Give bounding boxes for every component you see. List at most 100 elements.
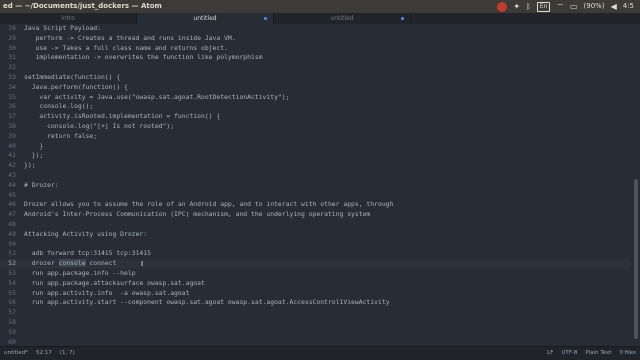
code-line[interactable]: 28 Java Script Payload: (0, 24, 630, 34)
line-text[interactable]: activity.isRooted.implementation = funct… (24, 112, 220, 122)
tab-untitled-active[interactable]: untitled (137, 13, 274, 24)
line-text[interactable]: Attacking Activity using Drozer: (24, 230, 147, 240)
code-line[interactable]: 49 Attacking Activity using Drozer: (0, 230, 630, 240)
line-text[interactable]: implementation -> overwrites the functio… (24, 53, 263, 63)
clock[interactable]: 4:5 (623, 0, 634, 13)
code-line[interactable]: 34 Java.perform(function() { (0, 83, 630, 93)
status-git-files[interactable]: 0 files (616, 347, 640, 360)
code-line[interactable]: 33 setImmediate(function() { (0, 73, 630, 83)
line-text[interactable]: console.log("[+] Is not rooted"); (24, 122, 174, 132)
tab-untitled[interactable]: untitled (274, 13, 411, 24)
volume-icon[interactable]: ◀ (611, 0, 617, 13)
status-cursor-position[interactable]: 52:17 (32, 347, 56, 360)
code-line[interactable]: 44 # Drozer: (0, 181, 630, 191)
code-line[interactable]: 47 Android's Inter-Process Communication … (0, 210, 630, 220)
line-number: 41 (8, 151, 16, 160)
code-line[interactable]: 51 adb forward tcp:31415 tcp:31415 (0, 249, 630, 259)
dropbox-icon[interactable]: ✦ (513, 0, 520, 13)
status-grammar[interactable]: Plain Text (581, 347, 615, 360)
line-text[interactable]: console.log(); (24, 102, 93, 112)
line-text[interactable]: Java Script Payload: (24, 24, 101, 34)
tab-intro[interactable]: intro (0, 13, 137, 24)
code-line[interactable]: 38 console.log("[+] Is not rooted"); (0, 122, 630, 132)
line-number: 34 (8, 82, 16, 91)
battery-icon[interactable]: ▭ (570, 0, 578, 13)
line-number: 33 (8, 73, 16, 81)
line-text[interactable]: # Drozer: (24, 181, 59, 191)
line-number: 43 (8, 171, 16, 179)
battery-percentage: (90%) (583, 2, 605, 10)
code-line[interactable]: 56 run app.activity.start --component ow… (0, 298, 630, 308)
modified-indicator-icon[interactable] (401, 17, 404, 20)
line-text[interactable]: var activity = Java.use("owasp.sat.agoat… (24, 93, 289, 103)
line-text[interactable]: perform -> Creates a thread and runs ins… (24, 34, 236, 44)
code-line[interactable]: 32 (0, 63, 630, 73)
code-line[interactable]: 31 implementation -> overwrites the func… (0, 53, 630, 63)
code-line[interactable]: 54 run app.package.attacksurface owasp.s… (0, 279, 630, 289)
line-number: 54 (8, 278, 16, 287)
window-title-bar: ed — ~/Documents/just_dockers — Atom ✦ ᛒ… (0, 0, 640, 13)
code-line-current[interactable]: 52 drozer console connect (0, 259, 630, 269)
code-line[interactable]: 55 run app.activity.info -a owasp.sat.ag… (0, 289, 630, 299)
line-text[interactable]: run app.package.attacksurface owasp.sat.… (24, 279, 205, 289)
vertical-scrollbar[interactable] (634, 179, 638, 339)
code-line[interactable]: 59 (0, 328, 630, 338)
status-encoding[interactable]: UTF-8 (557, 347, 581, 360)
line-text[interactable]: setImmediate(function() { (24, 73, 120, 83)
line-number: 51 (8, 249, 16, 258)
code-line[interactable]: 40 } (0, 142, 630, 152)
keyboard-language-indicator[interactable]: En (536, 1, 551, 12)
line-number: 50 (8, 239, 16, 248)
line-text[interactable]: Drozer allows you to assume the role of … (24, 200, 393, 210)
window-title: ed — ~/Documents/just_dockers — Atom (3, 2, 162, 10)
line-text[interactable]: run app.activity.info -a owasp.sat.agoat (24, 289, 190, 299)
line-text[interactable]: } (24, 142, 43, 152)
line-text[interactable]: use -> Takes a full class name and retur… (24, 44, 228, 54)
code-line[interactable]: 45 (0, 191, 630, 201)
code-line[interactable]: 42}); (0, 161, 630, 171)
text-editor[interactable]: 28 Java Script Payload: 29 perform -> Crea… (0, 24, 640, 346)
selected-text[interactable]: console (58, 259, 86, 268)
app-indicator-icon[interactable] (497, 1, 508, 12)
line-number: 45 (8, 190, 16, 199)
mouse-cursor-icon: I (141, 260, 144, 268)
line-number: 46 (8, 200, 16, 209)
line-text[interactable]: }); (24, 151, 44, 161)
code-line[interactable]: 29 perform -> Creates a thread and runs … (0, 34, 630, 44)
line-text[interactable]: Android's Inter-Process Communication (I… (24, 210, 370, 220)
code-line[interactable]: 57 (0, 308, 630, 318)
system-tray: ✦ ᛒ En ⌔ ▭ (90%) ◀ 4:5 (497, 0, 640, 13)
line-number: 49 (8, 229, 16, 238)
line-text[interactable]: run app.activity.start --component owasp… (24, 298, 390, 308)
code-line[interactable]: 53 run app.package.info --help (0, 269, 630, 279)
code-line[interactable]: 50 (0, 240, 630, 250)
code-line[interactable]: 41 }); (0, 151, 630, 161)
line-number: 58 (8, 318, 16, 326)
line-text[interactable]: adb forward tcp:31415 tcp:31415 (24, 249, 151, 259)
bluetooth-icon[interactable]: ᛒ (526, 0, 531, 13)
tab-label: untitled (193, 15, 217, 22)
line-text[interactable]: Java.perform(function() { (24, 83, 128, 93)
line-number: 53 (8, 269, 16, 277)
line-text[interactable]: }); (24, 161, 36, 171)
status-line-ending[interactable]: LF (543, 347, 557, 360)
code-line[interactable]: 36 console.log(); (0, 102, 630, 112)
line-text[interactable]: return false; (24, 132, 97, 142)
line-number: 52 (8, 259, 16, 268)
modified-indicator-icon[interactable] (264, 17, 267, 20)
code-line[interactable]: 58 (0, 318, 630, 328)
line-number: 37 (8, 112, 16, 121)
code-line[interactable]: 35 var activity = Java.use("owasp.sat.ag… (0, 93, 630, 103)
line-text-segment: connect (85, 259, 117, 268)
line-text[interactable]: drozer console connect (24, 259, 116, 269)
code-line[interactable]: 48 (0, 220, 630, 230)
code-line[interactable]: 39 return false; (0, 132, 630, 142)
line-text[interactable]: run app.package.info --help (24, 269, 136, 279)
code-line[interactable]: 37 activity.isRooted.implementation = fu… (0, 112, 630, 122)
code-line[interactable]: 46 Drozer allows you to assume the role o… (0, 200, 630, 210)
wifi-icon[interactable]: ⌔ (556, 0, 564, 13)
status-file-name[interactable]: untitled* (0, 347, 32, 360)
code-line[interactable]: 43 (0, 171, 630, 181)
code-line[interactable]: 30 use -> Takes a full class name and re… (0, 44, 630, 54)
line-number: 59 (8, 327, 16, 336)
